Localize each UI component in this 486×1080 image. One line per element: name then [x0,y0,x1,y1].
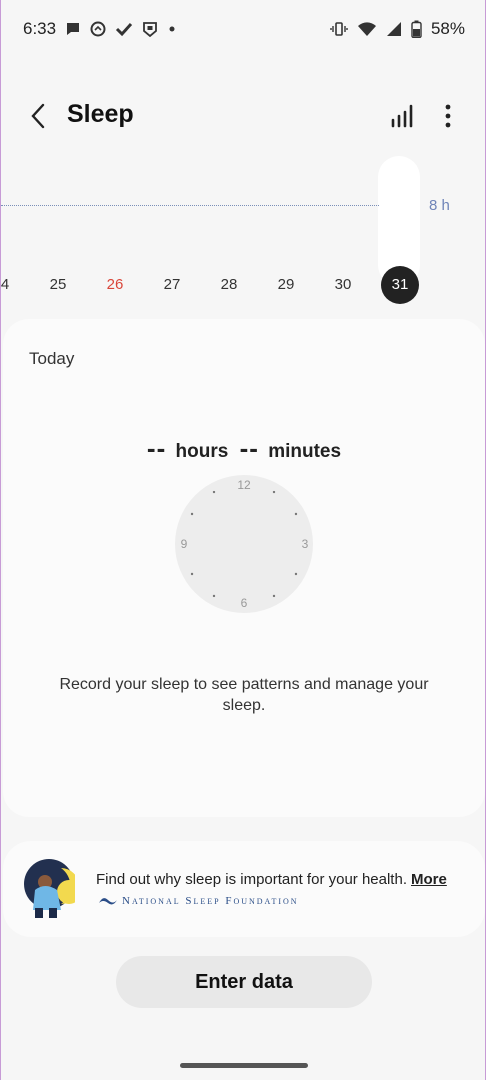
nsf-logo: National Sleep Foundation [98,895,299,907]
battery-percent: 58% [430,19,465,38]
sleep-clock: 12 3 6 9 [175,475,313,613]
shield-icon [143,22,157,37]
nsf-logo-text: National Sleep Foundation [122,895,299,907]
clock-tick [294,572,298,576]
today-label: Today [29,349,75,368]
clock-label-6: 6 [241,596,248,610]
minutes-value: -- [239,433,259,463]
info-message: Find out why sleep is important for your… [96,871,407,888]
day-label-25[interactable]: 25 [38,276,78,293]
info-text: Find out why sleep is important for your… [96,871,447,888]
clock-label-9: 9 [181,537,188,551]
signal-icon [386,22,401,36]
check-icon [116,22,133,37]
clock-tick [272,490,276,494]
day-label-26[interactable]: 26 [95,276,135,293]
clock-tick [272,594,276,598]
hours-unit: hours [175,441,229,462]
day-label-30[interactable]: 30 [323,276,363,293]
day-label-27[interactable]: 27 [152,276,192,293]
app-bar: Sleep [1,88,486,144]
message-icon [67,23,80,35]
vibrate-icon [330,22,348,36]
minutes-unit: minutes [268,441,342,462]
day-label-4[interactable]: 4 [0,276,25,293]
goal-label: 8 h [429,197,450,214]
status-left: 6:33 [23,19,177,39]
clock-tick [190,572,194,576]
day-label-28[interactable]: 28 [209,276,249,293]
clock-tick [212,594,216,598]
clock-label-3: 3 [302,537,309,551]
goal-line [1,205,379,206]
status-right: 58% [330,19,465,39]
dot-icon [169,26,175,32]
more-link[interactable]: More [411,871,447,888]
clock-tick [294,512,298,516]
sleep-info-card[interactable]: Find out why sleep is important for your… [3,841,485,937]
hours-value: -- [146,433,167,463]
stats-icon[interactable] [387,100,417,132]
sleep-duration: -- hours -- minutes [3,433,485,464]
messenger-icon [90,21,106,37]
more-options-icon[interactable] [437,100,459,132]
empty-state-message: Record your sleep to see patterns and ma… [59,676,429,714]
day-label-29[interactable]: 29 [266,276,306,293]
status-bar: 6:33 58% [1,0,486,58]
sleep-chart: 8 h 4 25 26 27 28 29 30 31 [1,156,486,306]
clock-tick [212,490,216,494]
day-label-31[interactable]: 31 [381,266,419,304]
wifi-icon [357,22,376,36]
battery-icon [411,20,422,38]
clock-label-12: 12 [237,478,251,492]
back-icon[interactable] [25,100,53,132]
clock-tick [190,512,194,516]
sleep-illustration-icon [24,859,75,918]
nsf-logo-icon [99,898,117,905]
today-card: Today -- hours -- minutes 12 3 6 9 Recor… [3,319,485,817]
home-indicator[interactable] [180,1063,308,1068]
status-time: 6:33 [23,19,57,38]
enter-data-button[interactable]: Enter data [116,956,372,1008]
page-title: Sleep [67,100,134,128]
